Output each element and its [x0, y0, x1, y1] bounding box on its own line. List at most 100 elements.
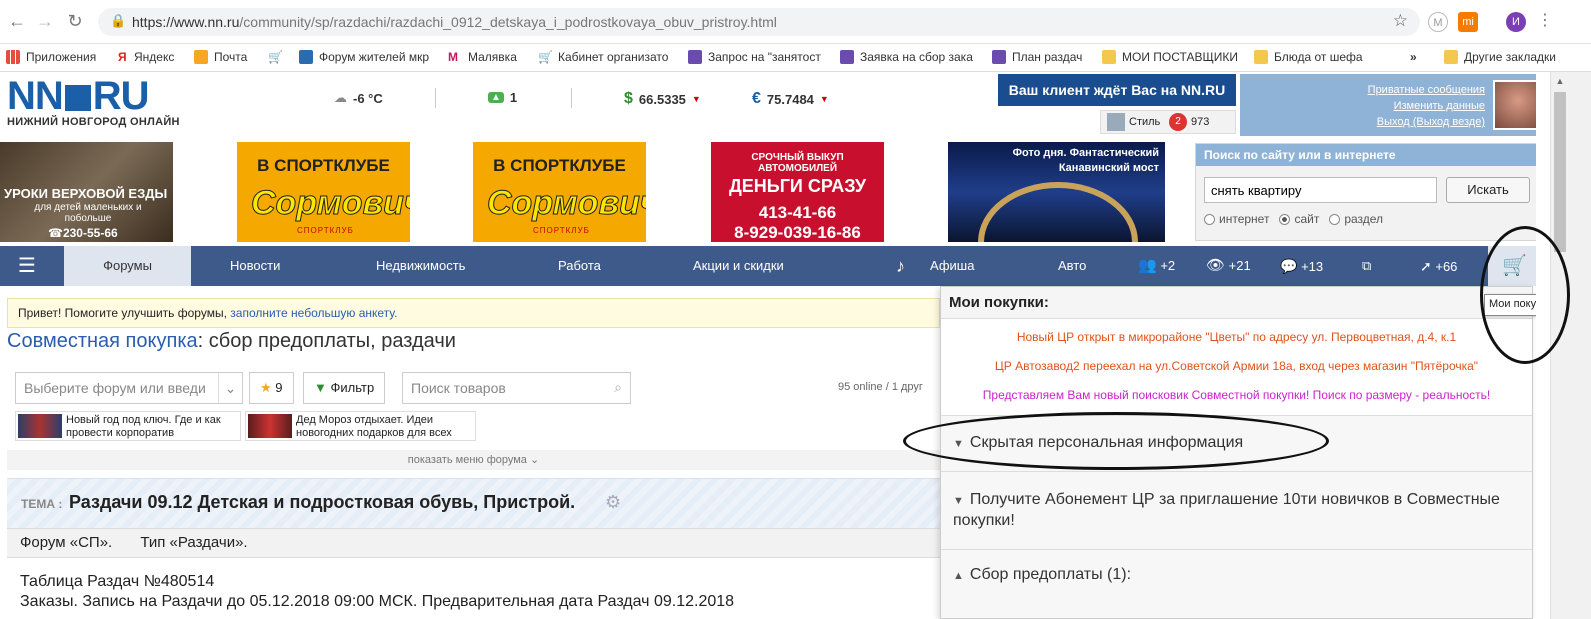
bookmark-cart[interactable]: 🛒 [268, 50, 283, 64]
cart-icon: 🛒 [268, 50, 283, 64]
product-search-input[interactable]: Поиск товаров ⌕ [402, 372, 631, 404]
post-line: Заказы. Запись на Раздачи до 05.12.2018 … [20, 593, 735, 610]
cloud-icon: ☁ [334, 90, 347, 105]
address-bar[interactable]: 🔒 https://www.nn.ru/community/sp/razdach… [98, 8, 1420, 36]
bookmark-other[interactable]: Другие закладки [1444, 50, 1556, 64]
bookmark-apps[interactable]: Приложения [6, 50, 96, 64]
weather[interactable]: ☁ -6 °C [334, 90, 383, 106]
user-panel: Приватные сообщения Изменить данные Выхо… [1240, 74, 1551, 136]
bookmark-plan[interactable]: План раздач [992, 50, 1082, 64]
comment-icon: 💬 [1280, 258, 1298, 274]
announcement-1[interactable]: Новый ЦР открыт в микрорайоне "Цветы" по… [941, 330, 1532, 344]
reload-icon[interactable]: ↻ [64, 10, 86, 32]
scroll-thumb[interactable] [1554, 92, 1566, 252]
promo-banner[interactable]: Ваш клиент ждёт Вас на NN.RU [998, 74, 1236, 106]
announcement-2[interactable]: ЦР Автозавод2 переехал на ул.Советской А… [941, 359, 1532, 373]
apps-grid-icon [6, 50, 20, 64]
radio-section[interactable]: раздел [1329, 212, 1383, 226]
profile-avatar[interactable]: И [1506, 12, 1526, 32]
banner-photo-of-day[interactable]: Фото дня. Фантастический Канавинский мос… [948, 142, 1165, 242]
my-purchases-dropdown: Мои покупки: Новый ЦР открыт в микрорайо… [940, 286, 1533, 619]
bookmark-chef[interactable]: Блюда от шефа [1254, 50, 1363, 64]
bookmark-order[interactable]: Заявка на сбор зака [840, 50, 973, 64]
tab-auto[interactable]: Авто [1058, 246, 1086, 286]
funnel-icon: ▼ [314, 380, 327, 395]
edit-profile-link[interactable]: Изменить данные [1368, 98, 1485, 114]
logout-link[interactable]: Выход (Выход везде) [1368, 114, 1485, 130]
tab-news[interactable]: Новости [230, 246, 280, 286]
topic-type[interactable]: Тип «Раздачи». [140, 534, 247, 551]
search-icon: ⌕ [614, 379, 622, 395]
bridge-image [978, 182, 1138, 242]
malyavka-icon: M [448, 50, 458, 64]
bookmark-suppliers[interactable]: МОИ ПОСТАВЩИКИ [1102, 50, 1238, 64]
site-logo[interactable]: NN RU НИЖНИЙ НОВГОРОД ОНЛАЙН [7, 76, 180, 128]
extension-mi-icon[interactable]: mi [1458, 12, 1478, 32]
comments-counter[interactable]: 💬 +13 [1280, 246, 1323, 286]
accordion-hidden-info[interactable]: ▼ Скрытая персональная информация [941, 415, 1532, 471]
banner-sportclub-1[interactable]: В СПОРТКЛУБЕ Сормович СПОРТКЛУБ [237, 142, 410, 242]
tab-afisha[interactable]: Афиша [930, 246, 974, 286]
bookmark-yandex[interactable]: Я Яндекс [118, 50, 174, 64]
site-search-input[interactable] [1204, 177, 1437, 203]
tab-work[interactable]: Работа [558, 246, 601, 286]
announcement-3[interactable]: Представляем Вам новый поисковик Совмест… [941, 388, 1532, 402]
friends-counter[interactable]: 👥 +2 [1138, 246, 1175, 286]
scroll-up-icon[interactable]: ▲ [1554, 76, 1566, 86]
survey-link[interactable]: заполните небольшую анкету. [230, 306, 397, 320]
views-counter[interactable]: 👁 +21 [1206, 246, 1251, 286]
search-button[interactable]: Искать [1446, 177, 1530, 203]
tab-promos[interactable]: Акции и скидки [693, 246, 784, 286]
bookmark-forum[interactable]: Форум жителей мкр [299, 50, 429, 64]
eur-rate[interactable]: €75.7484 ▼ [752, 90, 829, 108]
banner-horse-riding[interactable]: УРОКИ ВЕРХОВОЙ ЕЗДЫ для детей маленьких … [0, 142, 173, 242]
bookmark-malyavka[interactable]: M Малявка [448, 50, 517, 64]
back-icon[interactable]: ← [6, 10, 28, 32]
star-bookmark-icon[interactable]: ☆ [1393, 11, 1408, 31]
usd-rate[interactable]: $66.5335 ▼ [624, 90, 701, 108]
chevron-down-icon: ⌄ [218, 373, 242, 403]
form-icon [992, 50, 1006, 64]
joint-purchase-link[interactable]: Совместная покупка [7, 330, 198, 352]
promo-sub[interactable]: Стиль 2 973 [1100, 110, 1236, 134]
gear-icon[interactable]: ⚙ [605, 492, 621, 513]
post-line: Таблица Раздач №480514 [20, 573, 215, 590]
tab-forums[interactable]: Форумы [64, 246, 191, 286]
menu-dots-icon[interactable]: ⋮ [1534, 10, 1556, 32]
rating-counter[interactable]: ➚ +66 [1420, 246, 1457, 286]
bookmarks-overflow[interactable]: » [1410, 50, 1417, 64]
extension-m-icon[interactable]: M [1428, 12, 1448, 32]
forward-icon[interactable]: → [34, 10, 56, 32]
article-thumb [18, 414, 62, 438]
show-forum-menu[interactable]: показать меню форума ⌄ [7, 450, 940, 470]
eye-icon: 👁 [1206, 257, 1226, 274]
my-purchases-button[interactable]: 🛒 [1488, 246, 1541, 286]
online-count[interactable]: 95 online / 1 друг [838, 381, 923, 393]
page-scrollbar[interactable]: ▲ [1550, 72, 1591, 619]
windows-icon[interactable]: ⧉ [1362, 246, 1371, 286]
forum-select[interactable]: Выберите форум или введи ⌄ [15, 372, 243, 404]
star-icon: ★ [260, 380, 272, 395]
url-text[interactable]: https://www.nn.ru/community/sp/razdachi/… [132, 14, 777, 30]
accordion-subscription[interactable]: ▼ Получите Абонемент ЦР за приглашение 10… [941, 471, 1532, 549]
filter-button[interactable]: ▼ Фильтр [303, 372, 386, 404]
banner-car-buyout[interactable]: СРОЧНЫЙ ВЫКУП АВТОМОБИЛЕЙ ДЕНЬГИ СРАЗУ 4… [711, 142, 884, 242]
mini-article-1[interactable]: Новый год под ключ. Где и как провести к… [15, 411, 241, 441]
dollar-icon: $ [624, 90, 633, 107]
radio-site[interactable]: сайт [1279, 212, 1319, 226]
traffic[interactable]: ▲ 1 [488, 90, 517, 105]
bookmark-request[interactable]: Запрос на "занятост [688, 50, 821, 64]
hamburger-icon[interactable]: ☰ [18, 246, 36, 286]
radio-internet[interactable]: интернет [1204, 212, 1269, 226]
bookmark-cabinet[interactable]: 🛒 Кабинет организато [538, 50, 668, 64]
favorites-button[interactable]: ★ 9 [249, 372, 294, 404]
bookmark-mail[interactable]: Почта [194, 50, 247, 64]
cart-icon: 🛒 [538, 50, 553, 64]
accordion-prepayment[interactable]: ▲ Сбор предоплаты (1): [941, 549, 1532, 618]
tab-realty[interactable]: Недвижимость [376, 246, 465, 286]
forum-type[interactable]: Форум «СП». [20, 534, 112, 551]
private-messages-link[interactable]: Приватные сообщения [1368, 82, 1485, 98]
banner-sportclub-2[interactable]: В СПОРТКЛУБЕ Сормович СПОРТКЛУБ [473, 142, 646, 242]
feedback-notice: Привет! Помогите улучшить форумы, заполн… [7, 298, 940, 328]
mini-article-2[interactable]: Дед Мороз отдыхает. Идеи новогодних пода… [245, 411, 476, 441]
